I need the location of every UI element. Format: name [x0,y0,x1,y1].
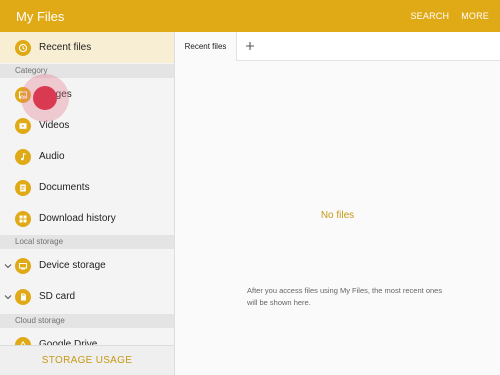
empty-state-title: No files [320,210,355,221]
storage-usage-label: STORAGE USAGE [41,355,133,366]
touch-indicator [21,74,69,122]
sidebar-item-label: Download history [39,213,116,224]
recent-clock-icon [15,39,31,56]
sidebar-item-label: Recent files [39,42,92,53]
document-icon [15,179,31,196]
search-button[interactable]: SEARCH [410,11,449,21]
storage-usage-button[interactable]: STORAGE USAGE [0,345,174,375]
sidebar-item-device-storage[interactable]: Device storage [0,250,174,281]
app-actions: SEARCH MORE [410,11,489,21]
tab-recent-files[interactable]: Recent files [175,32,237,61]
main-content: No files After you access files using My… [175,62,500,375]
sidebar-item-label: Documents [39,182,90,193]
touch-point [33,86,57,110]
app-bar: My Files SEARCH MORE [0,0,500,32]
section-header-cloud-storage: Cloud storage [0,314,174,328]
sidebar-item-audio[interactable]: Audio [0,141,174,172]
sidebar-item-label: Device storage [39,260,106,271]
sidebar-item-documents[interactable]: Documents [0,172,174,203]
section-header-local-storage: Local storage [0,235,174,249]
sidebar-item-recent-files[interactable]: Recent files [0,32,174,63]
sidebar-item-videos[interactable]: Videos [0,110,174,141]
video-icon [15,117,31,134]
sidebar-item-sd-card[interactable]: SD card [0,281,174,312]
sd-card-icon [15,288,31,305]
sidebar-item-download-history[interactable]: Download history [0,203,174,234]
app-title: My Files [16,9,65,24]
plus-icon [246,42,254,50]
add-tab-button[interactable] [241,37,259,55]
tab-label: Recent files [184,42,227,51]
section-label: Cloud storage [15,316,65,325]
empty-state-message: After you access files using My Files, t… [247,286,443,307]
chevron-down-icon[interactable] [3,292,13,302]
device-icon [15,257,31,274]
more-button[interactable]: MORE [461,11,489,21]
chevron-down-icon[interactable] [3,261,13,271]
audio-icon [15,148,31,165]
sidebar-item-label: Audio [39,151,65,162]
section-header-category: Category [0,64,174,78]
download-icon [15,210,31,227]
tab-bar: Recent files [175,32,500,61]
sidebar-item-label: SD card [39,291,76,302]
section-label: Local storage [15,237,64,246]
